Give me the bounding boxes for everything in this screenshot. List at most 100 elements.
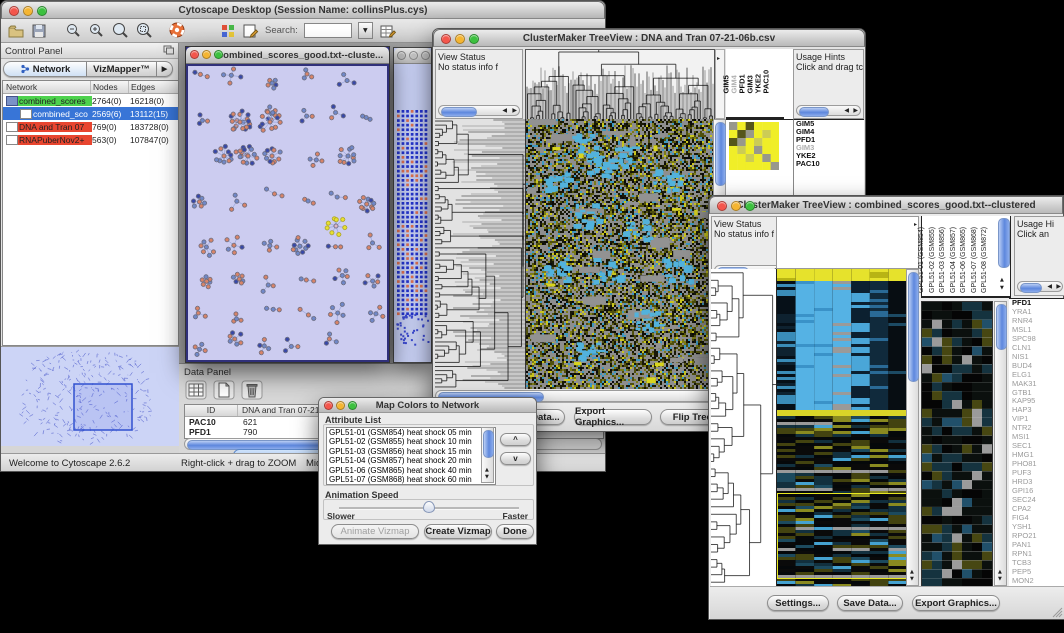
network1-title-bar[interactable]: combined_scores_good.txt--cluste...	[186, 47, 389, 64]
close-button[interactable]	[397, 51, 406, 60]
window-controls[interactable]	[9, 6, 47, 16]
animation-speed-slider[interactable]	[339, 507, 519, 510]
attribute-list-scrollbar[interactable]: ▲ ▼	[481, 427, 494, 483]
slider-thumb[interactable]	[423, 501, 435, 513]
tv1-column-dendrogram[interactable]	[525, 49, 715, 121]
annotation-icon[interactable]	[242, 23, 259, 39]
treeview-combined-title-bar[interactable]: ClusterMaker TreeView : combined_scores_…	[709, 196, 1063, 214]
main-title-bar[interactable]: Cytoscape Desktop (Session Name: collins…	[1, 1, 605, 19]
dialog-title-bar[interactable]: Map Colors to Network	[319, 398, 536, 413]
tv1-export-graphics-button[interactable]: Export Graphics...	[574, 409, 652, 425]
tv1-usage-hints-scrollbar[interactable]: ◀ ▶	[796, 105, 861, 116]
close-button[interactable]	[9, 6, 19, 16]
zoom-button[interactable]	[469, 34, 479, 44]
zoom-button[interactable]	[421, 51, 430, 60]
close-button[interactable]	[324, 401, 333, 410]
col-header-edges[interactable]: Edges	[129, 81, 178, 93]
help-lifesaver-icon[interactable]	[169, 22, 186, 39]
tab-overflow-button[interactable]: ▶	[157, 61, 173, 77]
tv2-export-graphics-button[interactable]: Export Graphics...	[912, 595, 1000, 611]
network-list-row[interactable]: RNAPuberNov2+563(0)107847(0)	[3, 133, 178, 146]
done-button[interactable]: Done	[496, 524, 534, 539]
tv2-settings-button[interactable]: Settings...	[767, 595, 829, 611]
tab-network[interactable]: Network	[3, 61, 87, 77]
attribute-list-item[interactable]: GPL51-01 (GSM854) heat shock 05 min	[327, 428, 495, 437]
zoom-button[interactable]	[37, 6, 47, 16]
move-up-button[interactable]: ^	[500, 433, 531, 446]
attribute-list-item[interactable]: GPL51-06 (GSM865) heat shock 40 min	[327, 466, 495, 475]
attr-col-id[interactable]: ID	[185, 405, 238, 416]
zoom-fit-icon[interactable]	[135, 22, 153, 39]
attribute-list-item[interactable]: GPL51-03 (GSM856) heat shock 15 min	[327, 447, 495, 456]
tv1-heatmap[interactable]	[525, 119, 714, 389]
tv1-view-status-scrollbar[interactable]: ◀ ▶	[438, 105, 520, 116]
search-input[interactable]	[304, 23, 352, 38]
network2-title-bar[interactable]	[394, 48, 431, 64]
move-up-label: ^	[513, 435, 518, 444]
tv2-zoom-heatmap[interactable]	[921, 301, 993, 588]
tv2-row-dendrogram[interactable]	[711, 269, 776, 586]
vizmapper-icon[interactable]	[220, 23, 236, 39]
tv1-gap	[784, 49, 793, 119]
network-list-row[interactable]: DNA and Tran 07769(0)183728(0)	[3, 120, 178, 133]
create-vizmap-button[interactable]: Create Vizmap	[424, 524, 492, 539]
minimize-button[interactable]	[731, 201, 741, 211]
attribute-list-item[interactable]: GPL51-07 (GSM868) heat shock 60 min	[327, 475, 495, 484]
network-list-row[interactable]: combined_sco2569(6)13112(15)	[3, 107, 178, 120]
close-button[interactable]	[441, 34, 451, 44]
close-button[interactable]	[717, 201, 727, 211]
zoom-button[interactable]	[745, 201, 755, 211]
network-list-row[interactable]: combined_scores2764(0)16218(0)	[3, 94, 178, 107]
zoom-selected-icon[interactable]	[111, 22, 129, 39]
tv1-row-dendrogram[interactable]	[435, 119, 525, 389]
tv2-save-data-button[interactable]: Save Data...	[837, 595, 903, 611]
tab-vizmapper[interactable]: VizMapper™	[87, 61, 157, 77]
attribute-browser-icon[interactable]	[379, 23, 397, 39]
trash-icon[interactable]	[241, 380, 263, 400]
tv1-gene-label[interactable]: PAC10	[794, 160, 864, 168]
row-id: PAC10	[185, 417, 237, 427]
minimize-button[interactable]	[336, 401, 345, 410]
attribute-list[interactable]: GPL51-01 (GSM854) heat shock 05 minGPL51…	[326, 427, 496, 485]
attribute-list-item[interactable]: GPL51-04 (GSM857) heat shock 20 min	[327, 456, 495, 465]
tv2-gene-label[interactable]: MON2	[1009, 577, 1064, 586]
save-session-icon[interactable]	[31, 23, 47, 39]
move-down-button[interactable]: v	[500, 452, 531, 465]
tv1-strip-arrow-icon[interactable]: ▸	[717, 56, 720, 62]
new-document-icon[interactable]	[213, 380, 235, 400]
tv2-column-label: GPL51-07 (GSM868)	[971, 227, 978, 293]
tv2-column-dendrogram[interactable]	[776, 216, 919, 269]
minimize-button[interactable]	[409, 51, 418, 60]
dense-network-canvas[interactable]	[394, 64, 431, 362]
tv1-mini-heatmap[interactable]	[729, 122, 779, 170]
tv2-strip-arrow-icon[interactable]: ▸	[914, 222, 917, 228]
treeview-dna-title-bar[interactable]: ClusterMaker TreeView : DNA and Tran 07-…	[433, 29, 865, 47]
minimize-button[interactable]	[455, 34, 465, 44]
col-header-network[interactable]: Network	[3, 81, 91, 93]
minimize-button[interactable]	[23, 6, 33, 16]
animate-vizmap-button[interactable]: Animate Vizmap	[331, 524, 419, 539]
zoom-button[interactable]	[214, 50, 223, 59]
tv2-zoom-vscrollbar[interactable]: ▲ ▼	[994, 301, 1007, 586]
attribute-list-item[interactable]: GPL51-02 (GSM855) heat shock 10 min	[327, 437, 495, 446]
network-canvas[interactable]	[188, 66, 387, 360]
zoom-in-icon[interactable]	[88, 22, 105, 39]
zoom-out-icon[interactable]	[65, 22, 82, 39]
tv1-rotated-column-labels: GIM5GIM4PFD1GIM3YKE2PAC10	[726, 49, 784, 119]
close-button[interactable]	[190, 50, 199, 59]
resize-grip-icon[interactable]	[1051, 606, 1063, 618]
tv2-global-heatmap[interactable]	[776, 269, 907, 586]
float-panel-icon[interactable]	[163, 45, 174, 55]
birdseye-panel	[1, 346, 179, 446]
search-dropdown-button[interactable]: ▼	[358, 22, 373, 39]
birdseye-view[interactable]	[2, 348, 176, 445]
col-header-nodes[interactable]: Nodes	[91, 81, 129, 93]
tv2-labels-vscrollbar[interactable]: ▲ ▼	[996, 218, 1010, 294]
zoom-button[interactable]	[348, 401, 357, 410]
tv2-usage-hints-scrollbar[interactable]: ◀ ▶	[1017, 281, 1063, 292]
open-session-icon[interactable]	[7, 23, 25, 39]
tv1-view-status: View Status No status info f ◀ ▶	[435, 49, 523, 119]
tv2-heatmap-vscrollbar[interactable]: ▲ ▼	[906, 269, 919, 586]
minimize-button[interactable]	[202, 50, 211, 59]
table-icon[interactable]	[185, 380, 207, 400]
